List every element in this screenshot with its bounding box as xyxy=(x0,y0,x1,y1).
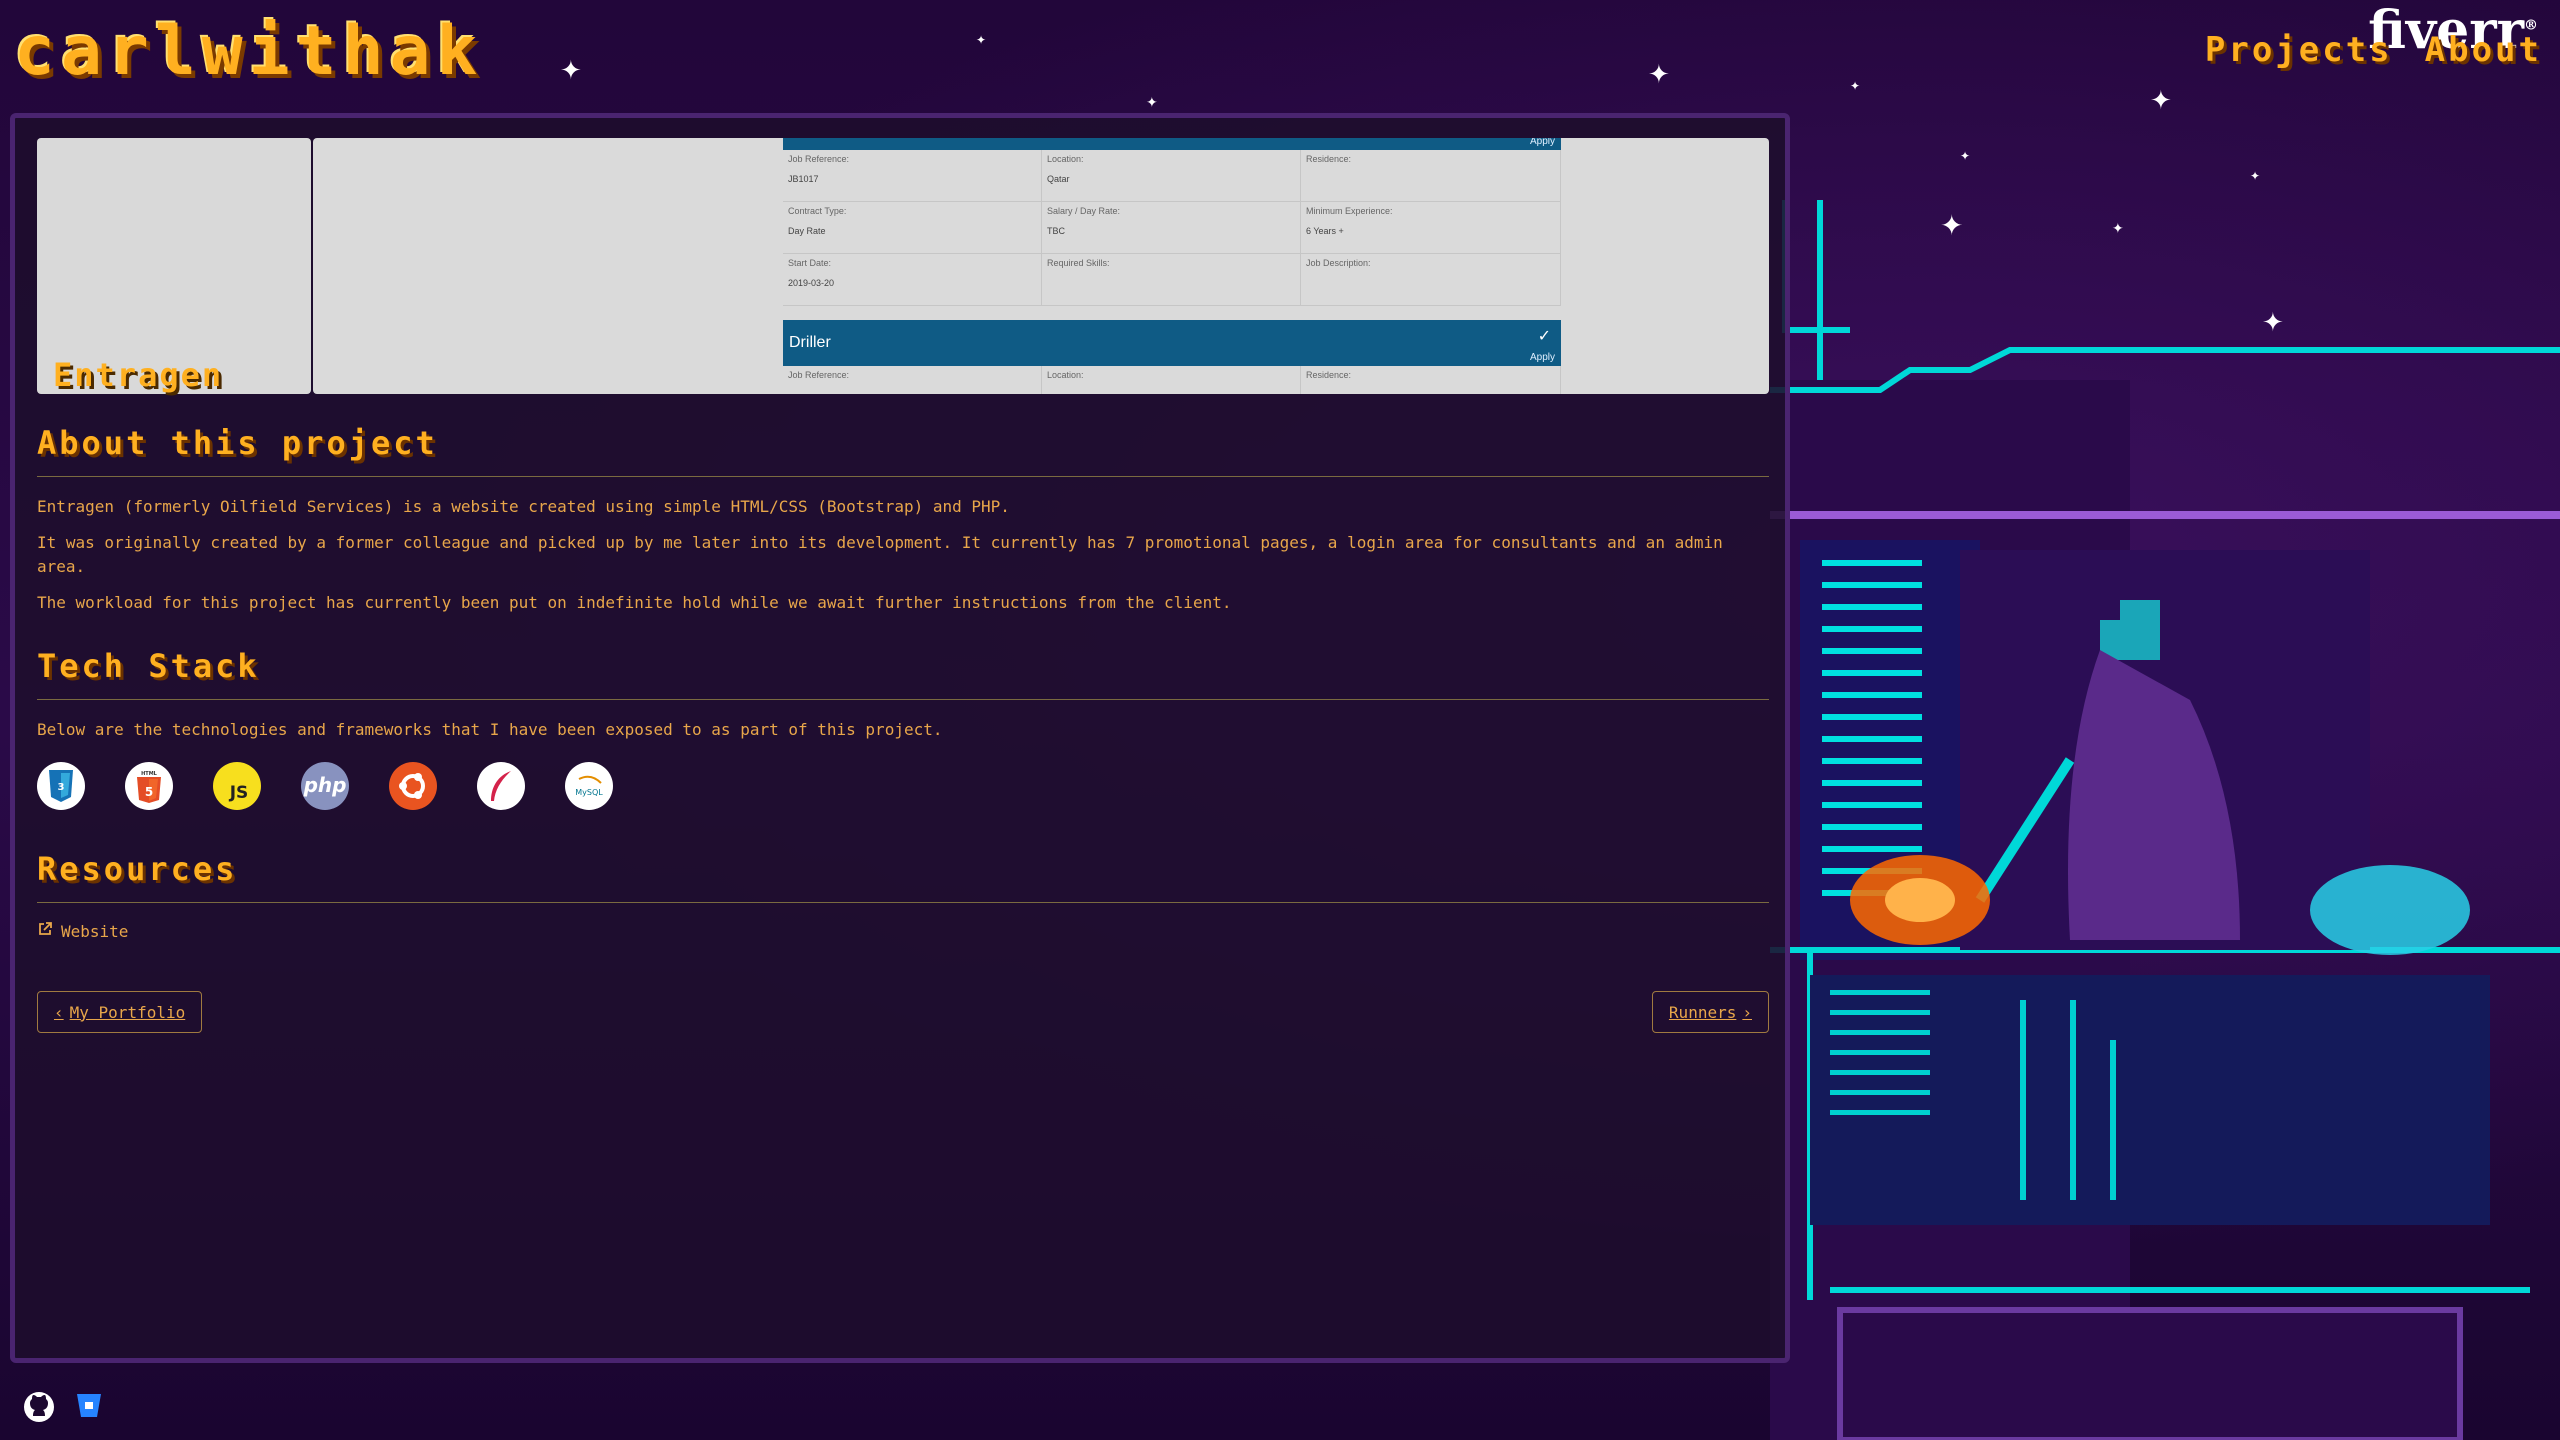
project-panel: Entragen Apply Job Reference: JB1017 Loca… xyxy=(10,113,1790,1363)
project-banner: Entragen Apply Job Reference: JB1017 Loca… xyxy=(37,138,1769,394)
about-paragraph: It was originally created by a former co… xyxy=(37,533,1723,576)
feather-icon xyxy=(477,762,525,810)
job-detail-cell: Required Skills: xyxy=(1042,254,1301,306)
social-links xyxy=(22,1390,104,1428)
banner-screenshot: Apply Job Reference: JB1017 Location: Qata… xyxy=(313,138,1769,394)
ubuntu-icon xyxy=(389,762,437,810)
svg-text:HTML: HTML xyxy=(141,771,158,777)
job-header-driller: Driller ✓ Apply xyxy=(783,320,1561,366)
job-title: Driller xyxy=(789,334,831,351)
job-detail-cell: Contract Type: Day Rate xyxy=(783,202,1042,254)
svg-text:5: 5 xyxy=(145,785,153,799)
svg-text:php: php xyxy=(303,773,347,797)
job-detail-cell: Job Description: xyxy=(1301,254,1561,306)
about-paragraph: The workload for this project has curren… xyxy=(37,593,1232,612)
job-detail-cell: Job Reference: xyxy=(783,366,1042,394)
project-title: Entragen xyxy=(53,356,224,394)
job-detail-cell: Location: Qatar xyxy=(1042,150,1301,202)
divider xyxy=(37,902,1769,903)
job-detail-cell: Salary / Day Rate: TBC xyxy=(1042,202,1301,254)
nav-link-projects[interactable]: Projects xyxy=(2205,30,2393,70)
previous-project-button[interactable]: ‹ My Portfolio xyxy=(37,991,203,1033)
tech-icon-list: 3 HTML 5 JS php MySQL xyxy=(37,762,1769,810)
site-logo[interactable]: carlwithak xyxy=(14,12,483,91)
website-link-label: Website xyxy=(61,921,129,941)
resources-heading: Resources xyxy=(37,850,238,888)
svg-text:JS: JS xyxy=(229,783,249,803)
top-nav: Projects About xyxy=(2205,30,2542,70)
about-heading: About this project xyxy=(37,424,438,462)
chevron-left-icon: ‹ xyxy=(54,1002,64,1022)
chevron-right-icon: › xyxy=(1742,1002,1752,1022)
apply-label: Apply xyxy=(1529,352,1555,363)
job-details-grid: Job Reference: JB1017 Location: Qatar Resi… xyxy=(783,150,1561,306)
website-link[interactable]: Website xyxy=(37,921,1769,941)
html5-icon: HTML 5 xyxy=(125,762,173,810)
resources-section: Resources Website xyxy=(37,850,1769,941)
tech-stack-section: Tech Stack Below are the technologies an… xyxy=(37,647,1769,810)
job-detail-cell: Minimum Experience: 6 Years + xyxy=(1301,202,1561,254)
job-detail-cell: Residence: xyxy=(1301,366,1561,394)
job-card: Apply Job Reference: JB1017 Location: Qata… xyxy=(783,138,1561,394)
divider xyxy=(37,699,1769,700)
job-detail-cell: Job Reference: JB1017 xyxy=(783,150,1042,202)
job-details-grid: Job Reference: Location: Residence: xyxy=(783,366,1561,394)
svg-text:3: 3 xyxy=(58,782,65,793)
about-paragraph: Entragen (formerly Oilfield Services) is… xyxy=(37,497,1010,516)
job-detail-cell: Start Date: 2019-03-20 xyxy=(783,254,1042,306)
star: ✦ xyxy=(560,56,582,86)
apply-label: Apply xyxy=(1529,138,1555,147)
banner-thumbnail: Entragen xyxy=(37,138,311,394)
star: ✦ xyxy=(1648,60,1670,90)
about-section: About this project Entragen (formerly Oi… xyxy=(37,424,1769,615)
job-header: Apply xyxy=(783,138,1561,150)
star: ✦ xyxy=(1146,95,1158,111)
next-project-button[interactable]: Runners › xyxy=(1651,991,1769,1033)
bitbucket-icon[interactable] xyxy=(74,1390,104,1428)
check-icon: ✓ xyxy=(1537,328,1551,345)
job-detail-cell: Location: xyxy=(1042,366,1301,394)
previous-project-label: My Portfolio xyxy=(69,1002,186,1022)
divider xyxy=(37,476,1769,477)
project-navigation: ‹ My Portfolio Runners › xyxy=(37,991,1769,1035)
svg-text:MySQL: MySQL xyxy=(575,788,603,797)
external-link-icon xyxy=(37,921,53,941)
nav-link-about[interactable]: About xyxy=(2425,30,2542,70)
star: ✦ xyxy=(976,33,987,47)
github-icon[interactable] xyxy=(22,1390,56,1428)
next-project-label: Runners xyxy=(1668,1002,1737,1022)
css3-icon: 3 xyxy=(37,762,85,810)
tech-stack-heading: Tech Stack xyxy=(37,647,260,685)
cyberpunk-city-illustration xyxy=(1770,200,2560,1440)
tech-stack-intro: Below are the technologies and framework… xyxy=(37,720,943,739)
mysql-icon: MySQL xyxy=(565,762,613,810)
javascript-icon: JS xyxy=(213,762,261,810)
job-detail-cell: Residence: xyxy=(1301,150,1561,202)
php-icon: php xyxy=(301,762,349,810)
